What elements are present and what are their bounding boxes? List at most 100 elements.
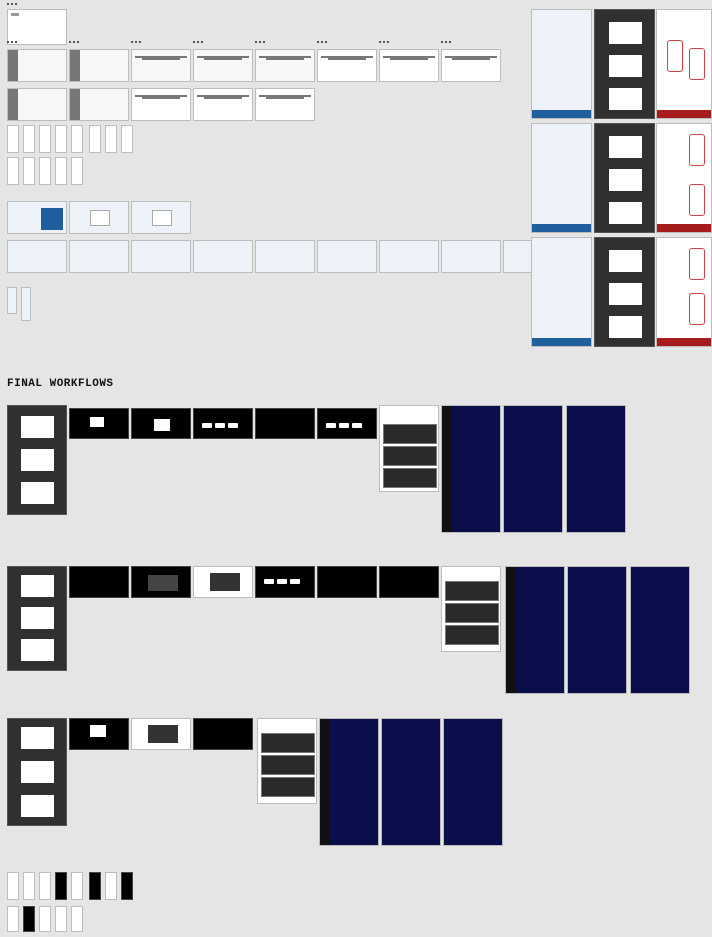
artboard-mobile-10[interactable]	[23, 157, 35, 185]
workflow-2-device-mockups[interactable]	[7, 566, 67, 671]
style-dark-1[interactable]	[594, 9, 655, 119]
workflow-1-screen-8[interactable]	[441, 405, 501, 533]
artboard-label	[193, 41, 203, 43]
workflow-2-screen-8[interactable]	[441, 566, 501, 652]
workflow-3-screen-7[interactable]	[381, 718, 441, 846]
artboard-wireframe-13[interactable]	[255, 88, 315, 121]
artboard-mobile-2[interactable]	[23, 125, 35, 153]
workflow-1-screen-3[interactable]	[131, 408, 191, 439]
style-red-3[interactable]	[656, 237, 712, 347]
artboard-blue-8[interactable]	[255, 240, 315, 273]
mobile-final-9[interactable]	[7, 906, 19, 932]
artboard-label	[69, 41, 79, 43]
artboard-blue-10[interactable]	[379, 240, 439, 273]
artboard-wireframe-12[interactable]	[193, 88, 253, 121]
artboard-blue-mobile-2[interactable]	[21, 287, 31, 321]
workflow-1-screen-10[interactable]	[566, 405, 626, 533]
artboard-wireframe-6[interactable]	[317, 49, 377, 82]
workflow-2-screen-5[interactable]	[255, 566, 315, 598]
artboard-mobile-7[interactable]	[105, 125, 117, 153]
artboard-mobile-6[interactable]	[89, 125, 101, 153]
artboard-mobile-1[interactable]	[7, 125, 19, 153]
artboard-blue-12[interactable]	[503, 240, 533, 273]
artboard-blue-7[interactable]	[193, 240, 253, 273]
workflow-1-device-mockups[interactable]	[7, 405, 67, 515]
artboard-wireframe-8[interactable]	[441, 49, 501, 82]
artboard-mobile-9[interactable]	[7, 157, 19, 185]
workflow-2-screen-4[interactable]	[193, 566, 253, 598]
mobile-final-12[interactable]	[55, 906, 67, 932]
style-dark-3[interactable]	[594, 237, 655, 347]
artboard-blue-3[interactable]	[131, 201, 191, 234]
workflow-2-screen-7[interactable]	[379, 566, 439, 598]
workflow-2-screen-2[interactable]	[69, 566, 129, 598]
artboard-wireframe-5[interactable]	[255, 49, 315, 82]
mobile-final-2[interactable]	[23, 872, 35, 900]
mobile-final-10[interactable]	[23, 906, 35, 932]
artboard-blue-11[interactable]	[441, 240, 501, 273]
mobile-final-5[interactable]	[71, 872, 83, 900]
workflow-3-screen-4[interactable]	[193, 718, 253, 750]
mobile-final-4[interactable]	[55, 872, 67, 900]
artboard-label	[441, 41, 451, 43]
artboard-cover[interactable]	[7, 9, 67, 45]
artboard-wireframe-3[interactable]	[131, 49, 191, 82]
artboard-label	[7, 41, 17, 43]
workflow-1-screen-6[interactable]	[317, 408, 377, 439]
mobile-final-6[interactable]	[89, 872, 101, 900]
artboard-mobile-12[interactable]	[55, 157, 67, 185]
workflow-2-screen-9[interactable]	[505, 566, 565, 694]
workflow-2-screen-10[interactable]	[567, 566, 627, 694]
workflow-3-device-mockups[interactable]	[7, 718, 67, 826]
artboard-mobile-5[interactable]	[71, 125, 83, 153]
workflow-2-screen-3[interactable]	[131, 566, 191, 598]
mobile-final-8[interactable]	[121, 872, 133, 900]
artboard-blue-2[interactable]	[69, 201, 129, 234]
artboard-wireframe-9[interactable]	[7, 88, 67, 121]
style-blue-2[interactable]	[531, 123, 592, 233]
artboard-wireframe-2[interactable]	[69, 49, 129, 82]
artboard-blue-1[interactable]	[7, 201, 67, 234]
workflow-1-screen-9[interactable]	[503, 405, 563, 533]
artboard-label	[7, 3, 17, 5]
workflow-3-screen-5[interactable]	[257, 718, 317, 804]
workflow-1-screen-4[interactable]	[193, 408, 253, 439]
style-dark-2[interactable]	[594, 123, 655, 233]
artboard-mobile-8[interactable]	[121, 125, 133, 153]
workflow-3-screen-2[interactable]	[69, 718, 129, 750]
mobile-final-13[interactable]	[71, 906, 83, 932]
workflow-1-screen-5[interactable]	[255, 408, 315, 439]
artboard-blue-4[interactable]	[7, 240, 67, 273]
mobile-final-1[interactable]	[7, 872, 19, 900]
style-red-1[interactable]	[656, 9, 712, 119]
artboard-wireframe-1[interactable]	[7, 49, 67, 82]
artboard-mobile-11[interactable]	[39, 157, 51, 185]
artboard-mobile-3[interactable]	[39, 125, 51, 153]
workflow-3-screen-3[interactable]	[131, 718, 191, 750]
mobile-final-3[interactable]	[39, 872, 51, 900]
artboard-label	[317, 41, 327, 43]
artboard-blue-mobile-1[interactable]	[7, 287, 17, 314]
workflow-2-screen-6[interactable]	[317, 566, 377, 598]
design-canvas[interactable]: FINAL WORKFLOWS	[0, 0, 712, 937]
artboard-blue-5[interactable]	[69, 240, 129, 273]
workflow-1-screen-7[interactable]	[379, 405, 439, 492]
workflow-3-screen-8[interactable]	[443, 718, 503, 846]
artboard-wireframe-4[interactable]	[193, 49, 253, 82]
style-blue-1[interactable]	[531, 9, 592, 119]
artboard-mobile-4[interactable]	[55, 125, 67, 153]
artboard-wireframe-7[interactable]	[379, 49, 439, 82]
workflow-3-screen-6[interactable]	[319, 718, 379, 846]
artboard-mobile-13[interactable]	[71, 157, 83, 185]
workflow-1-screen-2[interactable]	[69, 408, 129, 439]
artboard-wireframe-10[interactable]	[69, 88, 129, 121]
artboard-blue-6[interactable]	[131, 240, 191, 273]
artboard-label	[379, 41, 389, 43]
style-red-2[interactable]	[656, 123, 712, 233]
style-blue-3[interactable]	[531, 237, 592, 347]
workflow-2-screen-11[interactable]	[630, 566, 690, 694]
mobile-final-11[interactable]	[39, 906, 51, 932]
mobile-final-7[interactable]	[105, 872, 117, 900]
artboard-blue-9[interactable]	[317, 240, 377, 273]
artboard-wireframe-11[interactable]	[131, 88, 191, 121]
